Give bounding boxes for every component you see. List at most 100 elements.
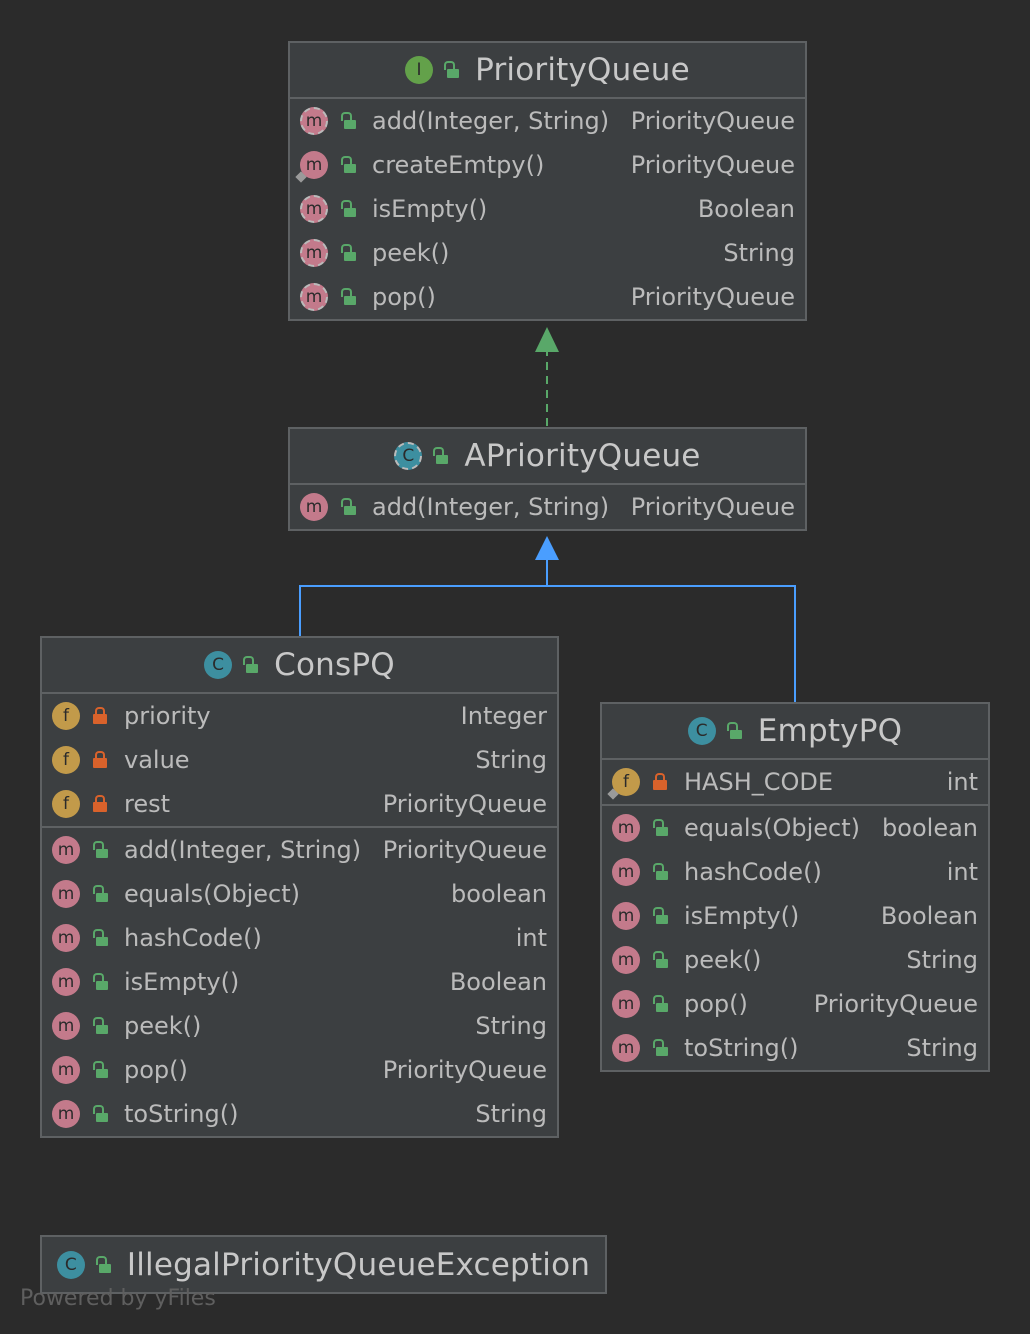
method-row[interactable]: m pop() PriorityQueue	[42, 1048, 557, 1092]
method-name: isEmpty()	[684, 902, 800, 930]
method-row[interactable]: m add(Integer, String) PriorityQueue	[290, 99, 805, 143]
method-name: toString()	[684, 1034, 799, 1062]
method-row[interactable]: m isEmpty() Boolean	[290, 187, 805, 231]
field-row[interactable]: f HASH_CODE int	[602, 760, 988, 804]
method-row[interactable]: m hashCode() int	[42, 916, 557, 960]
a-priority-queue-node[interactable]: C APriorityQueue m add(Integer, String) …	[288, 427, 807, 531]
empty-pq-methods: m equals(Object) boolean m hashCode() in…	[602, 806, 988, 1070]
public-lock-icon	[92, 973, 108, 991]
empty-pq-header: C EmptyPQ	[602, 704, 988, 760]
method-row[interactable]: m peek() String	[602, 938, 988, 982]
field-type: Integer	[460, 702, 547, 730]
interface-icon: I	[405, 56, 434, 84]
field-icon: f	[52, 702, 80, 730]
method-type: PriorityQueue	[630, 493, 795, 521]
method-type: boolean	[451, 880, 547, 908]
a-priority-queue-methods: m add(Integer, String) PriorityQueue	[290, 485, 805, 529]
priority-queue-title: PriorityQueue	[475, 52, 690, 88]
cons-pq-fields: f priority Integer f value String f rest…	[42, 694, 557, 828]
public-lock-icon	[340, 156, 356, 174]
method-type: boolean	[882, 814, 978, 842]
extends-edge-conspq	[299, 560, 548, 636]
public-lock-icon	[652, 951, 668, 969]
public-lock-icon	[340, 200, 356, 218]
method-type: PriorityQueue	[630, 283, 795, 311]
method-type: PriorityQueue	[630, 151, 795, 179]
public-lock-icon	[340, 244, 356, 262]
field-icon: f	[52, 790, 80, 818]
field-name: value	[124, 746, 190, 774]
field-icon: f	[52, 746, 80, 774]
private-lock-icon	[92, 707, 108, 725]
method-row[interactable]: m pop() PriorityQueue	[290, 275, 805, 319]
a-priority-queue-title: APriorityQueue	[464, 438, 701, 474]
empty-pq-node[interactable]: C EmptyPQ f HASH_CODE int m equals(Objec…	[600, 702, 990, 1072]
method-row[interactable]: m hashCode() int	[602, 850, 988, 894]
method-row[interactable]: m isEmpty() Boolean	[42, 960, 557, 1004]
method-type: PriorityQueue	[382, 836, 547, 864]
method-name: pop()	[684, 990, 748, 1018]
method-type: Boolean	[449, 968, 547, 996]
method-icon: m	[52, 836, 80, 864]
method-icon: m	[612, 990, 640, 1018]
method-type: Boolean	[697, 195, 795, 223]
method-name: equals(Object)	[124, 880, 300, 908]
method-icon: m	[612, 858, 640, 886]
method-row[interactable]: m peek() String	[290, 231, 805, 275]
method-name: peek()	[372, 239, 450, 267]
field-row[interactable]: f priority Integer	[42, 694, 557, 738]
field-row[interactable]: f rest PriorityQueue	[42, 782, 557, 826]
method-row[interactable]: m toString() String	[602, 1026, 988, 1070]
method-icon: m	[52, 968, 80, 996]
method-name: toString()	[124, 1100, 239, 1128]
public-lock-icon	[340, 112, 356, 130]
method-row[interactable]: m createEmtpy() PriorityQueue	[290, 143, 805, 187]
public-lock-icon	[443, 61, 460, 79]
priority-queue-node[interactable]: I PriorityQueue m add(Integer, String) P…	[288, 41, 807, 321]
public-lock-icon	[92, 1017, 108, 1035]
method-type: String	[906, 946, 978, 974]
field-row[interactable]: f value String	[42, 738, 557, 782]
method-icon: m	[52, 1012, 80, 1040]
abstract-class-icon: C	[394, 442, 423, 470]
method-type: PriorityQueue	[382, 1056, 547, 1084]
method-row[interactable]: m add(Integer, String) PriorityQueue	[42, 828, 557, 872]
public-lock-icon	[652, 1039, 668, 1057]
public-lock-icon	[432, 447, 449, 465]
cons-pq-node[interactable]: C ConsPQ f priority Integer f value Stri…	[40, 636, 559, 1138]
method-name: peek()	[684, 946, 762, 974]
public-lock-icon	[652, 819, 668, 837]
method-row[interactable]: m peek() String	[42, 1004, 557, 1048]
method-icon: m	[52, 1100, 80, 1128]
public-lock-icon	[652, 995, 668, 1013]
method-row[interactable]: m toString() String	[42, 1092, 557, 1136]
extends-arrowhead	[535, 536, 559, 560]
method-row[interactable]: m equals(Object) boolean	[42, 872, 557, 916]
method-row[interactable]: m pop() PriorityQueue	[602, 982, 988, 1026]
powered-by-label: Powered by yFiles	[20, 1286, 216, 1311]
empty-pq-fields: f HASH_CODE int	[602, 760, 988, 806]
class-icon: C	[204, 651, 233, 679]
method-name: pop()	[124, 1056, 188, 1084]
exception-title: IllegalPriorityQueueException	[126, 1246, 591, 1283]
method-type: String	[723, 239, 795, 267]
public-lock-icon	[242, 656, 259, 674]
private-lock-icon	[92, 751, 108, 769]
field-name: rest	[124, 790, 171, 818]
static-method-icon: m	[300, 151, 328, 179]
public-lock-icon	[92, 929, 108, 947]
static-field-icon: f	[612, 768, 640, 796]
method-row[interactable]: m add(Integer, String) PriorityQueue	[290, 485, 805, 529]
method-row[interactable]: m equals(Object) boolean	[602, 806, 988, 850]
public-lock-icon	[340, 498, 356, 516]
method-name: isEmpty()	[372, 195, 488, 223]
method-type: PriorityQueue	[630, 107, 795, 135]
method-icon: m	[52, 880, 80, 908]
priority-queue-header: I PriorityQueue	[290, 43, 805, 99]
method-name: isEmpty()	[124, 968, 240, 996]
method-icon: m	[52, 1056, 80, 1084]
method-row[interactable]: m isEmpty() Boolean	[602, 894, 988, 938]
method-type: String	[906, 1034, 978, 1062]
method-name: pop()	[372, 283, 436, 311]
public-lock-icon	[92, 885, 108, 903]
